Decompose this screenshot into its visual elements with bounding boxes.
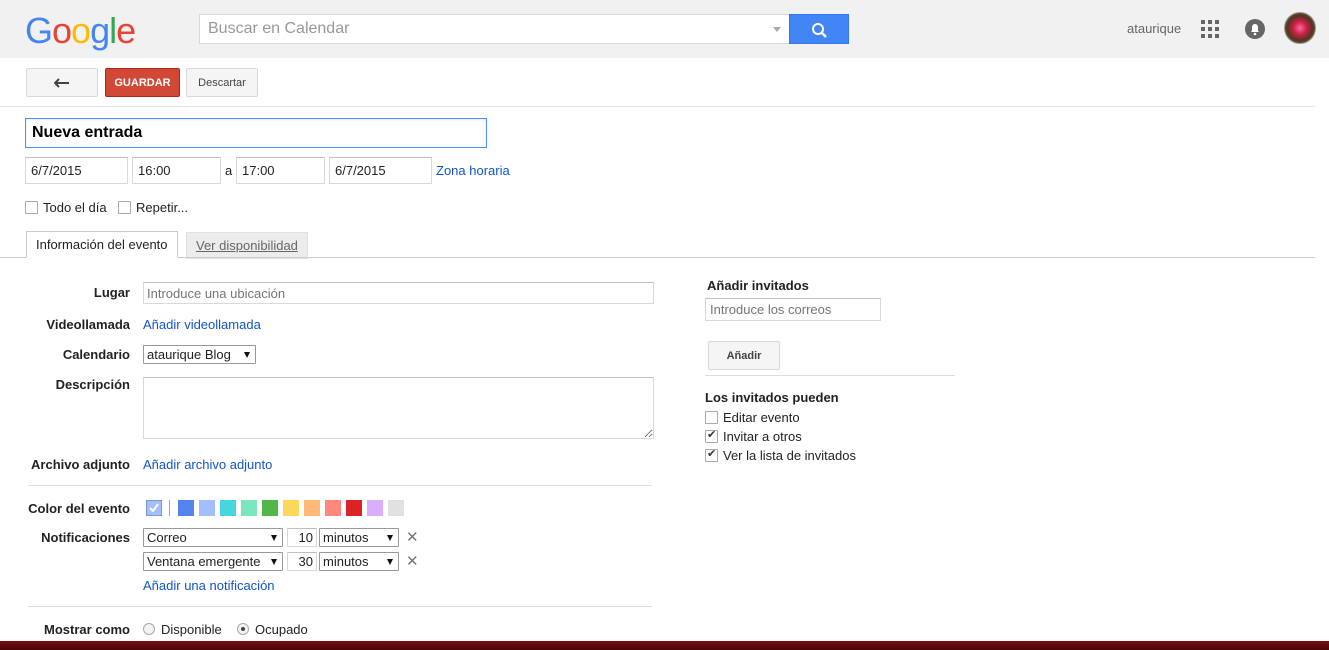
notifications-bell-icon[interactable]: [1245, 19, 1265, 39]
search-icon: [812, 23, 827, 38]
busy-label: Ocupado: [255, 622, 308, 637]
start-time-field[interactable]: 16:00: [132, 157, 221, 184]
color-swatch[interactable]: [325, 500, 341, 516]
notification-method-value: Correo: [147, 530, 187, 545]
swatch-separator: [169, 500, 170, 516]
description-textarea[interactable]: [143, 377, 654, 439]
dropdown-arrow-icon: [387, 559, 393, 565]
notification-unit-select[interactable]: minutos: [319, 528, 399, 547]
tab-availability[interactable]: Ver disponibilidad: [186, 232, 308, 259]
calendar-select-value: ataurique Blog: [147, 347, 231, 362]
color-swatch[interactable]: [283, 500, 299, 516]
attachment-label: Archivo adjunto: [31, 457, 130, 472]
search-dropdown-icon[interactable]: [773, 27, 781, 32]
guests-title: Añadir invitados: [707, 278, 809, 293]
back-button[interactable]: [26, 68, 98, 97]
divider: [0, 106, 1315, 107]
calendar-label: Calendario: [62, 347, 130, 362]
color-swatch[interactable]: [199, 500, 215, 516]
divider: [28, 606, 652, 607]
calendar-select[interactable]: ataurique Blog: [143, 345, 256, 364]
permission-label: Editar evento: [723, 410, 800, 425]
color-swatch[interactable]: [304, 500, 320, 516]
description-label: Descripción: [55, 377, 130, 392]
color-label: Color del evento: [28, 501, 130, 516]
logo-letter: g: [90, 10, 110, 51]
avatar[interactable]: [1284, 12, 1316, 44]
color-swatch[interactable]: [388, 500, 404, 516]
apps-grid-icon[interactable]: [1201, 20, 1219, 38]
logo-letter: G: [25, 10, 53, 51]
all-day-label: Todo el día: [43, 200, 107, 215]
username[interactable]: ataurique: [1127, 21, 1181, 36]
dropdown-arrow-icon: [271, 535, 277, 541]
permission-label: Invitar a otros: [723, 429, 802, 444]
dropdown-arrow-icon: [271, 559, 277, 565]
event-title-input[interactable]: [25, 118, 487, 148]
color-swatch[interactable]: [178, 500, 194, 516]
guests-can-title: Los invitados pueden: [705, 390, 839, 405]
divider: [28, 485, 652, 486]
notification-unit-value: minutos: [323, 554, 369, 569]
dropdown-arrow-icon: [387, 535, 393, 541]
timezone-link[interactable]: Zona horaria: [436, 163, 510, 178]
permission-label: Ver la lista de invitados: [723, 448, 856, 463]
color-swatch[interactable]: [220, 500, 236, 516]
search-input[interactable]: [200, 15, 760, 43]
google-logo[interactable]: Google: [25, 10, 136, 52]
color-swatch-selected[interactable]: [146, 500, 162, 516]
color-swatch[interactable]: [367, 500, 383, 516]
add-video-link[interactable]: Añadir videollamada: [143, 317, 261, 332]
remove-notification-icon[interactable]: ✕: [406, 552, 419, 570]
busy-radio[interactable]: [237, 623, 249, 635]
taskbar: [0, 641, 1329, 650]
end-date-field[interactable]: 6/7/2015: [329, 157, 432, 184]
notifications-label: Notificaciones: [41, 530, 130, 545]
add-notification-link[interactable]: Añadir una notificación: [143, 578, 275, 593]
add-attachment-link[interactable]: Añadir archivo adjunto: [143, 457, 272, 472]
notification-amount-field[interactable]: 30: [287, 552, 317, 571]
notification-amount-field[interactable]: 10: [287, 528, 317, 547]
notification-method-value: Ventana emergente: [147, 554, 261, 569]
see-guest-list-checkbox[interactable]: [705, 447, 718, 462]
tab-divider: [0, 257, 1315, 258]
notification-method-select[interactable]: Ventana emergente: [143, 552, 283, 571]
to-label: a: [225, 163, 233, 178]
invite-others-checkbox[interactable]: [705, 428, 718, 443]
end-time-field[interactable]: 17:00: [236, 157, 325, 184]
start-date-field[interactable]: 6/7/2015: [25, 157, 128, 184]
color-swatch[interactable]: [241, 500, 257, 516]
add-guest-button[interactable]: Añadir: [708, 341, 780, 370]
discard-button[interactable]: Descartar: [186, 68, 258, 97]
search-button[interactable]: [789, 14, 849, 44]
notification-unit-value: minutos: [323, 530, 369, 545]
remove-notification-icon[interactable]: ✕: [406, 528, 419, 546]
color-swatch[interactable]: [262, 500, 278, 516]
logo-letter: o: [52, 10, 72, 51]
dropdown-arrow-icon: [244, 352, 250, 358]
place-label: Lugar: [93, 285, 130, 300]
logo-letter: o: [71, 10, 91, 51]
tab-event-info[interactable]: Información del evento: [26, 231, 178, 258]
available-label: Disponible: [161, 622, 222, 637]
logo-letter: e: [116, 10, 136, 51]
video-label: Videollamada: [46, 317, 130, 332]
notification-unit-select[interactable]: minutos: [319, 552, 399, 571]
notification-method-select[interactable]: Correo: [143, 528, 283, 547]
back-arrow-icon: [54, 77, 69, 88]
guest-email-input[interactable]: [705, 298, 881, 321]
show-as-label: Mostrar como: [44, 622, 130, 637]
repeat-label: Repetir...: [136, 200, 189, 215]
save-button[interactable]: GUARDAR: [105, 68, 180, 97]
search-box: [199, 14, 790, 44]
divider: [705, 375, 955, 376]
logo-letter: l: [109, 10, 117, 51]
edit-event-checkbox[interactable]: [705, 411, 718, 424]
repeat-checkbox[interactable]: [118, 201, 131, 214]
color-swatch[interactable]: [346, 500, 362, 516]
place-input[interactable]: [143, 282, 654, 304]
all-day-checkbox[interactable]: [25, 201, 38, 214]
check-icon: [149, 503, 159, 513]
available-radio[interactable]: [143, 623, 155, 635]
